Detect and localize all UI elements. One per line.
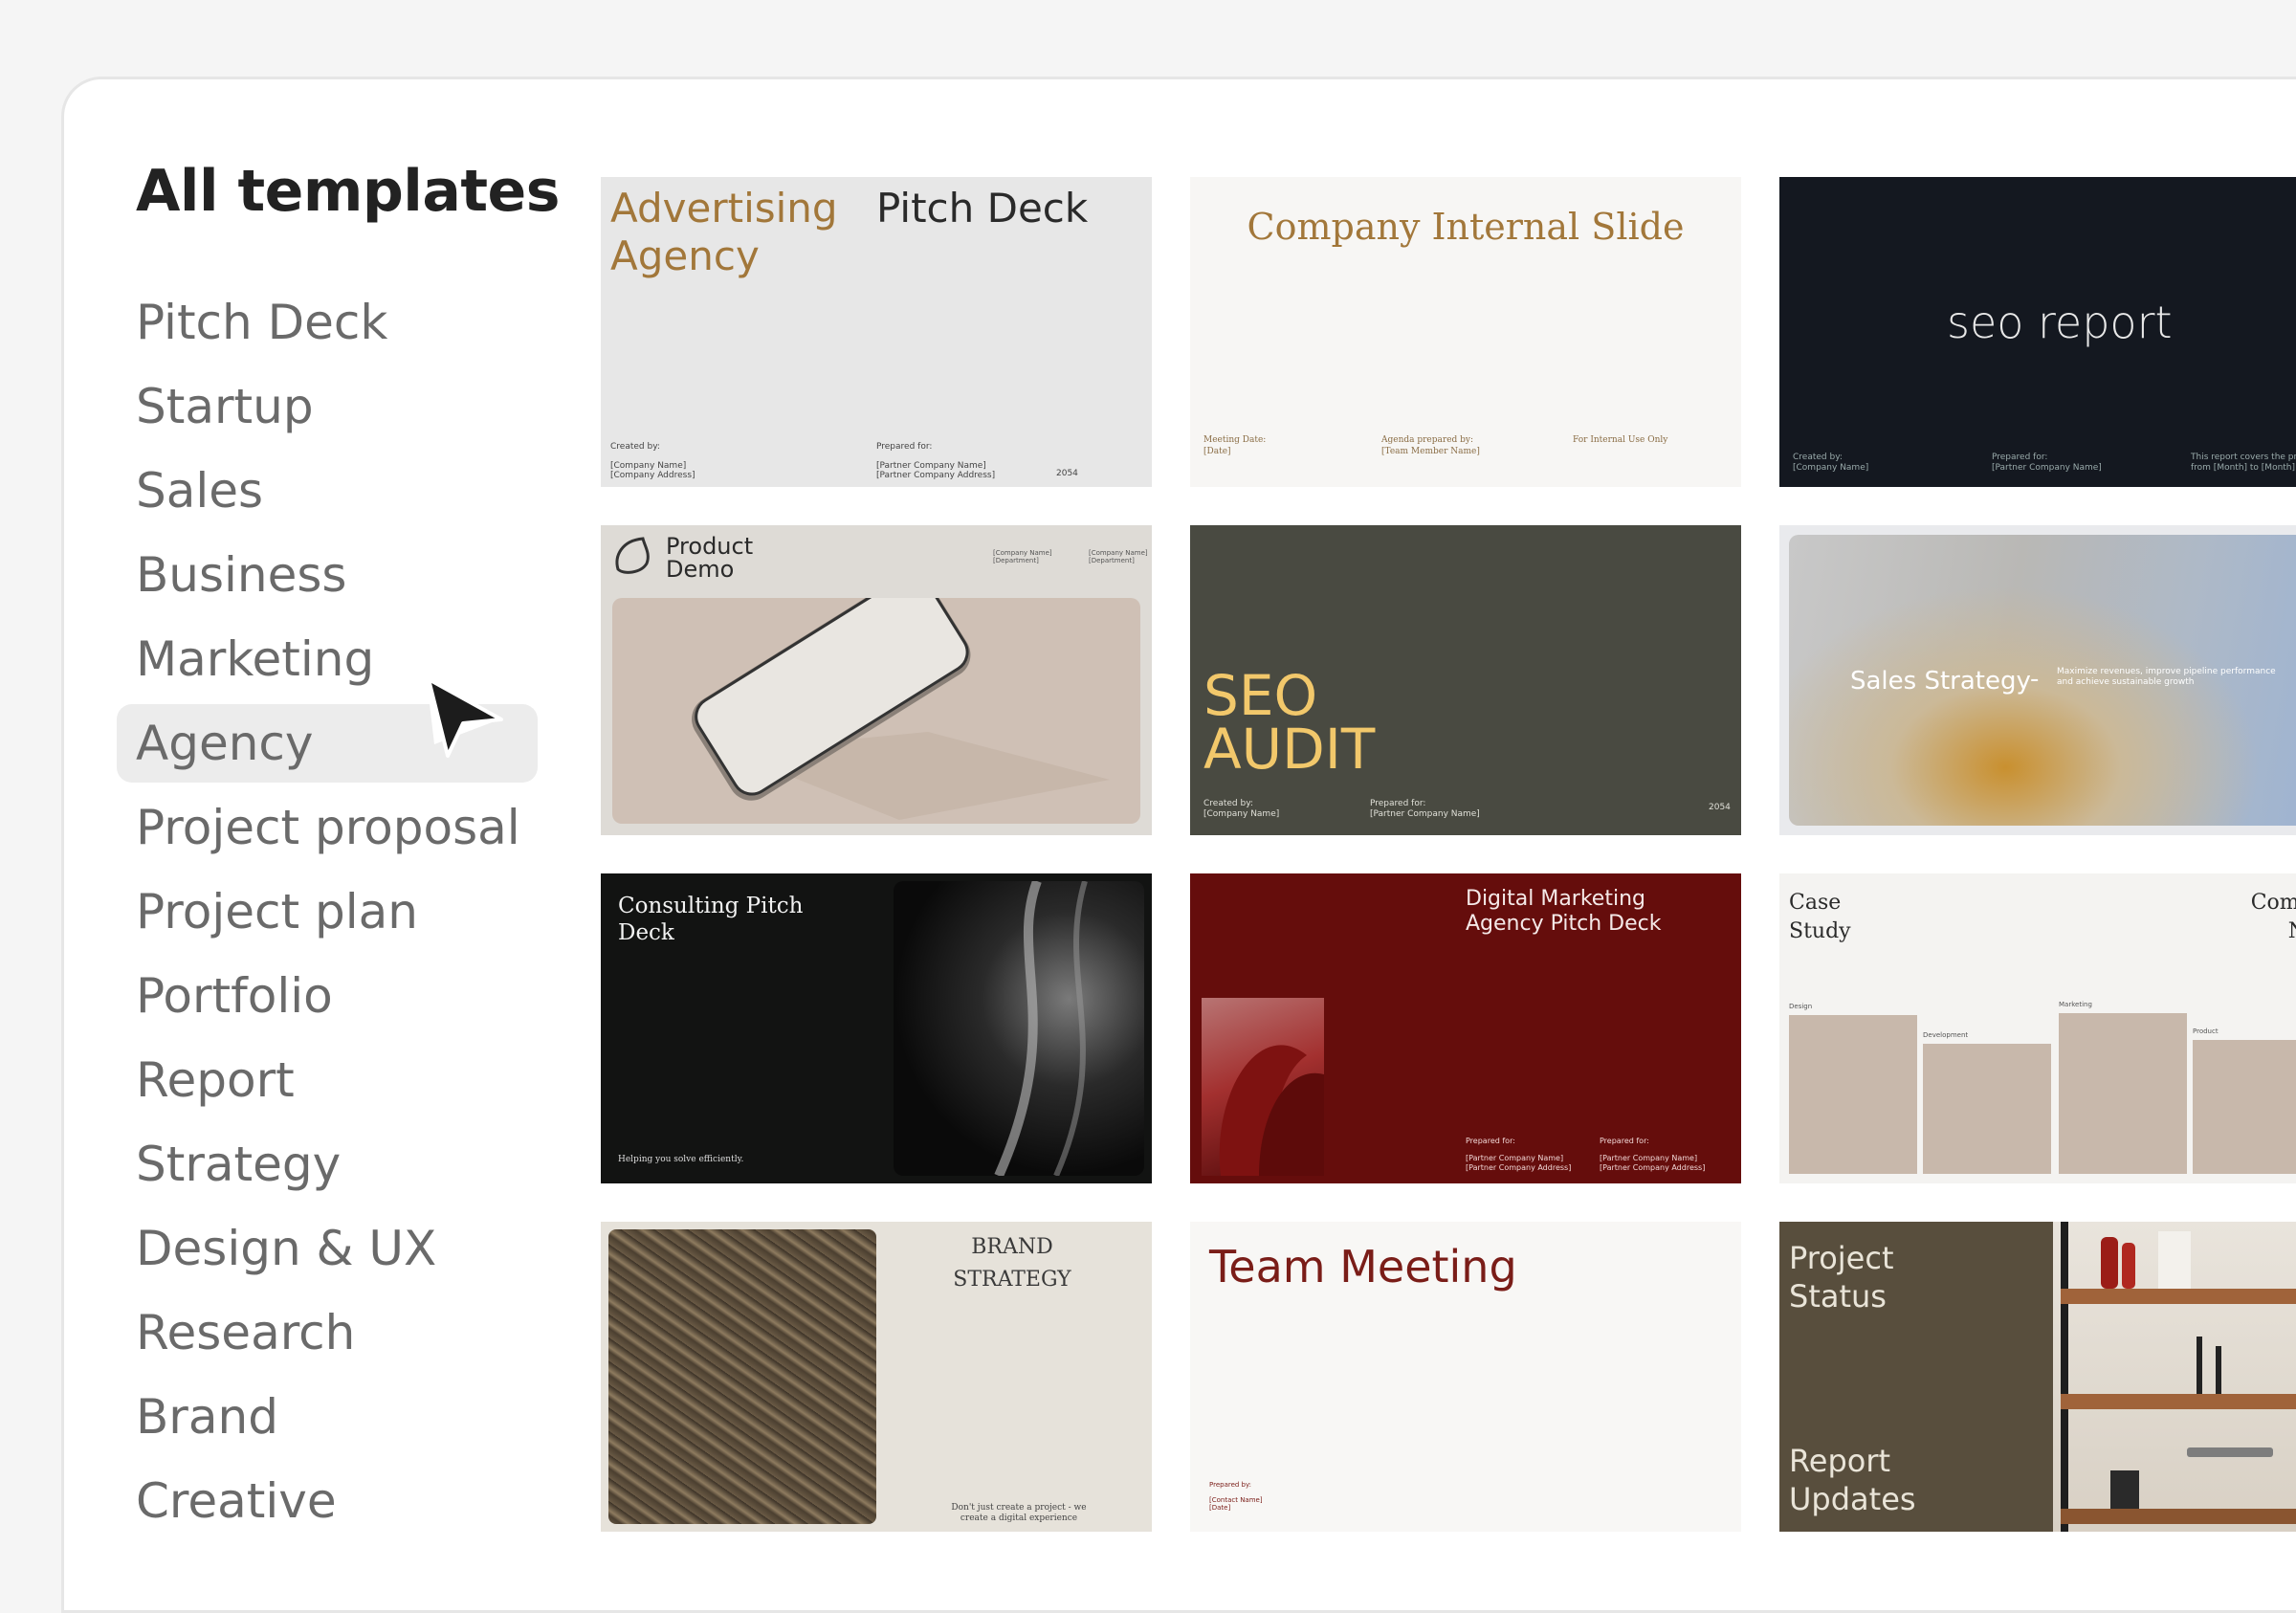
sidebar: All templates Pitch Deck Startup Sales B… [64,79,600,1610]
prepared-for-label: Prepared for: [1992,453,2048,462]
curve-shape-icon [1219,1045,1324,1176]
sidebar-item-project-plan[interactable]: Project plan [117,873,538,951]
template-card-case-study[interactable]: Case Study Compan Nam Design Development… [1779,873,2296,1183]
template-card-consulting[interactable]: Consulting Pitch Deck Helping you solve … [601,873,1152,1183]
prepared-for-label: Prepared for: [1370,799,1426,808]
sidebar-item-research[interactable]: Research [117,1293,538,1372]
partner-address-1: [Partner Company Address] [1466,1163,1572,1172]
template-card-sales-strategy[interactable]: Sales Strategy - Maximize revenues, impr… [1779,525,2296,835]
sidebar-item-strategy[interactable]: Strategy [117,1125,538,1204]
sidebar-item-report[interactable]: Report [117,1041,538,1119]
title-separator: - [2030,665,2040,694]
meeting-date: [Date] [1203,447,1231,456]
template-title: Sales Strategy [1850,667,2031,696]
arrow-cursor-icon [427,677,503,758]
template-card-product-demo[interactable]: Product Demo [Company Name] [Department]… [601,525,1152,835]
leaf-logo-icon [615,537,650,574]
sidebar-item-creative[interactable]: Creative [117,1462,538,1540]
template-title: SEO AUDIT [1203,663,1376,782]
template-card-team-meeting[interactable]: Team Meeting Prepared by: [Contact Name]… [1190,1222,1741,1532]
pattern-artwork [608,1229,876,1524]
created-by-label: Created by: [1203,799,1253,808]
company-name: [Company Name] [1203,809,1280,819]
template-card-seo-report[interactable]: seo report Created by: [Company Name] Pr… [1779,177,2296,487]
tagline: Maximize revenues, improve pipeline perf… [2057,667,2276,687]
report-note-2: from [Month] to [Month] [Year]. [2191,463,2296,473]
template-title: seo report [1947,297,2173,348]
template-title: Consulting Pitch Deck [618,894,804,945]
created-by-label: Created by: [610,442,660,452]
department-2: [Department] [1089,557,1135,564]
case-panel-development [1923,1044,2051,1174]
template-card-digital-marketing[interactable]: Digital Marketing Agency Pitch Deck Prep… [1190,873,1741,1183]
template-card-seo-audit[interactable]: SEO AUDIT Created by: [Company Name] Pre… [1190,525,1741,835]
partner-address-2: [Partner Company Address] [1600,1163,1706,1172]
shelf-photo [2053,1222,2296,1532]
template-card-company-internal[interactable]: Company Internal Slide Meeting Date: [Da… [1190,177,1741,487]
product-image-panel [612,573,1140,824]
partner-address: [Partner Company Address] [876,471,996,480]
sidebar-item-startup[interactable]: Startup [117,367,538,446]
case-panel-design [1789,1015,1917,1174]
sidebar-item-business[interactable]: Business [117,536,538,614]
prepared-for-label-1: Prepared for: [1466,1137,1515,1145]
sidebar-item-brand[interactable]: Brand [117,1378,538,1456]
agenda-label: Agenda prepared by: [1381,435,1474,445]
meeting-date: [Date] [1209,1504,1231,1512]
fabric-folds-icon [994,879,1088,1179]
sidebar-item-portfolio[interactable]: Portfolio [117,957,538,1035]
meeting-date-label: Meeting Date: [1203,435,1267,445]
category-list: Pitch Deck Startup Sales Business Market… [117,283,538,1546]
template-title: BRAND STRATEGY [953,1235,1071,1292]
template-card-advertising-agency[interactable]: Advertising Agency Pitch Deck Created by… [601,177,1152,487]
company-address: [Company Address] [610,471,695,480]
company-name: [Company Name] [1793,463,1869,473]
prepared-by-label: Prepared by: [1209,1481,1251,1489]
template-title: Project Status [1789,1240,1894,1315]
internal-use-label: For Internal Use Only [1573,435,1668,445]
app-window: All templates Pitch Deck Startup Sales B… [61,77,2296,1613]
abstract-fabric-image [894,879,1144,1179]
department-1: [Department] [993,557,1039,564]
shelf-illustration-icon [2061,1222,2296,1532]
template-title: Case Study [1789,891,1851,943]
partner-name: [Partner Company Name] [1370,809,1480,819]
column-label-product: Product [2193,1027,2219,1035]
prepared-for-label: Prepared for: [876,442,933,452]
column-label-design: Design [1789,1003,1813,1010]
report-note: This report covers the progress ma [2191,453,2296,462]
template-title: Company Internal Slide [1247,206,1685,248]
sidebar-item-sales[interactable]: Sales [117,452,538,530]
company-name-label: Compan Nam [2250,891,2296,943]
template-subtitle: Report Updates [1789,1443,1916,1517]
template-title: Digital Marketing Agency Pitch Deck [1466,887,1662,936]
red-sculpture-image [1202,998,1324,1176]
column-label-development: Development [1923,1031,1969,1039]
partner-name: [Partner Company Name] [1992,463,2102,473]
template-card-project-status[interactable]: Project Status Report Updates [1779,1222,2296,1532]
column-label-marketing: Marketing [2059,1001,2092,1008]
template-subtitle: Pitch Deck [876,185,1089,232]
template-title: Advertising Agency [610,185,838,279]
tagline: Helping you solve efficiently. [618,1155,744,1164]
sidebar-item-design-ux[interactable]: Design & UX [117,1209,538,1288]
page-title: All templates [136,158,560,225]
team-member: [Team Member Name] [1381,447,1480,456]
year-label: 2054 [1056,469,1078,478]
year-label: 2054 [1709,803,1731,812]
case-panel-marketing [2059,1013,2187,1174]
sidebar-item-pitch-deck[interactable]: Pitch Deck [117,283,538,362]
tagline: Don't just create a project - we create … [951,1503,1087,1523]
template-title: Product Demo [666,533,754,583]
created-by-label: Created by: [1793,453,1843,462]
template-title: Team Meeting [1209,1241,1517,1293]
case-panel-product [2193,1040,2296,1174]
prepared-for-label-2: Prepared for: [1600,1137,1649,1145]
phone-illustration-icon [692,573,1110,820]
template-card-brand-strategy[interactable]: BRAND STRATEGY Don't just create a proje… [601,1222,1152,1532]
sidebar-item-project-proposal[interactable]: Project proposal [117,788,538,867]
